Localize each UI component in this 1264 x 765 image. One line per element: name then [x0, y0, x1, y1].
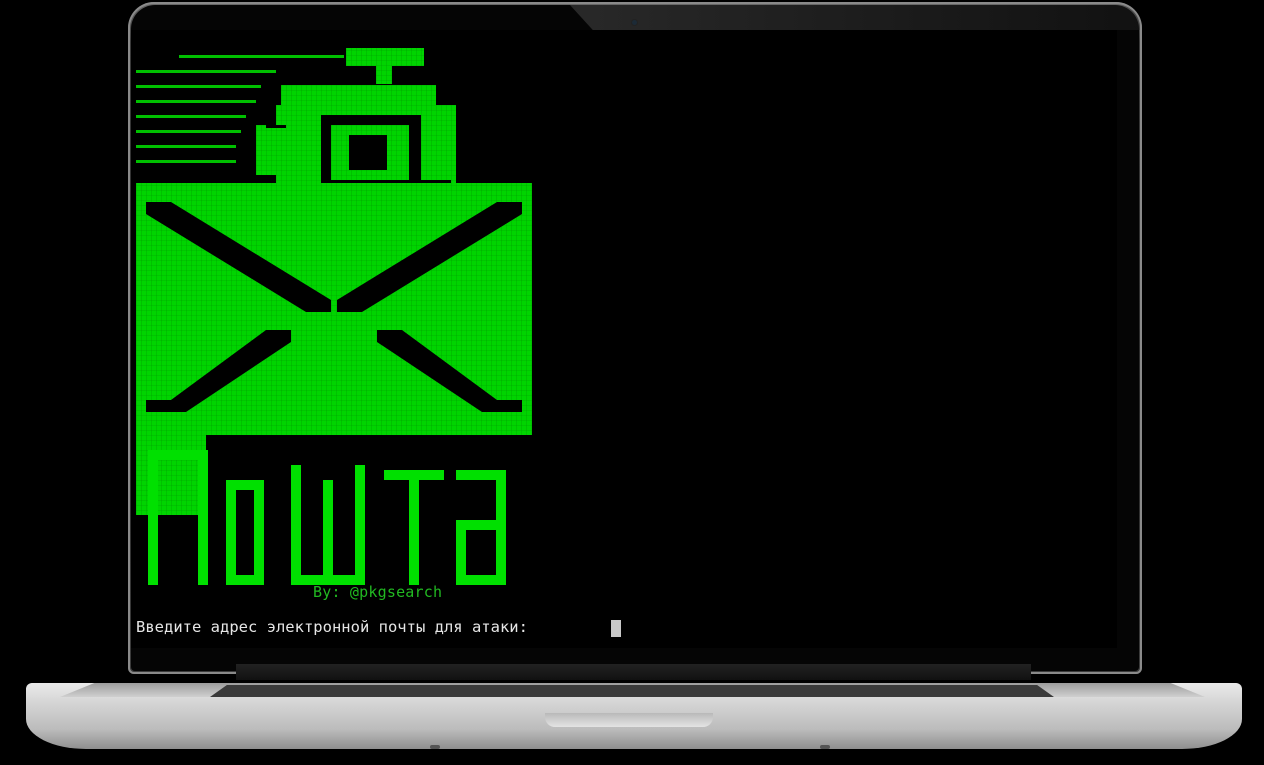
terminal-window[interactable]: By: @pkgsearch Введите адрес электронной…: [131, 30, 1117, 648]
laptop-hinge: [236, 664, 1031, 680]
laptop-foot: [430, 745, 440, 749]
email-prompt-label: Введите адрес электронной почты для атак…: [136, 618, 538, 636]
banner-logotype: [148, 450, 506, 585]
byline-text: By: @pkgsearch: [313, 583, 443, 601]
text-cursor[interactable]: [611, 620, 621, 637]
camera-icon: [632, 20, 637, 25]
email-envelope-at-icon: [136, 48, 532, 585]
laptop-frame: By: @pkgsearch Введите адрес электронной…: [0, 0, 1264, 765]
laptop-foot: [820, 745, 830, 749]
keyboard-slot: [210, 685, 1054, 697]
bezel-glare: [570, 5, 1140, 30]
trackpad-notch: [545, 713, 713, 727]
